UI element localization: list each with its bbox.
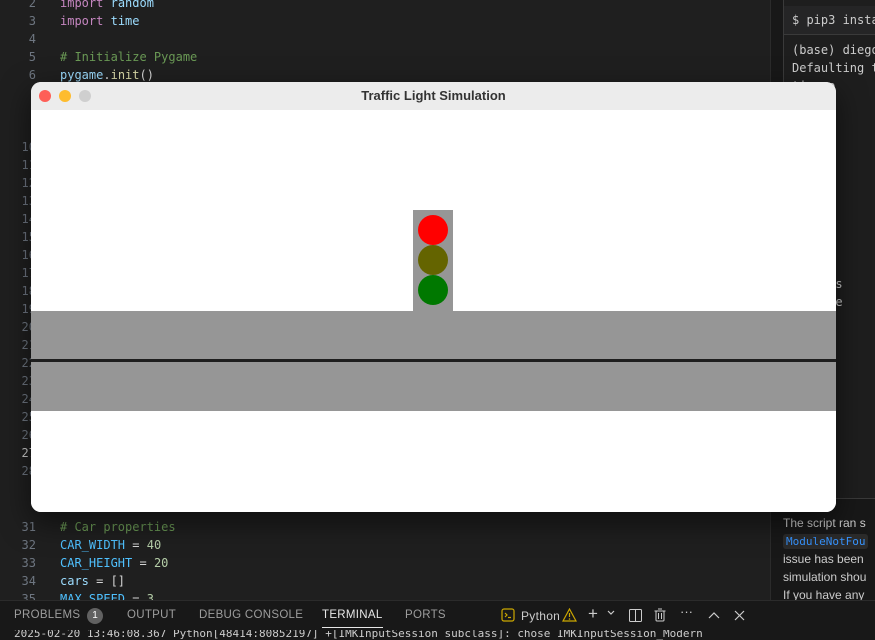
code-text: import random	[60, 0, 154, 10]
code-text: CAR_WIDTH = 40	[60, 538, 162, 552]
assistant-reply-line: The script ran s	[783, 516, 866, 530]
code-text: # Car properties	[60, 520, 176, 534]
line-number: 33	[21, 556, 36, 570]
close-panel-icon[interactable]	[734, 609, 745, 624]
tab-debug-console[interactable]: DEBUG CONSOLE	[199, 609, 303, 621]
terminal-output[interactable]: 2025-02-20 13:46:08.367 Python[48414:808…	[0, 630, 875, 640]
line-number: 35	[21, 592, 36, 600]
chevron-down-icon[interactable]	[606, 607, 616, 620]
line-number: 31	[21, 520, 36, 534]
code-text: MAX_SPEED = 3	[60, 592, 154, 600]
line-number: 5	[28, 50, 36, 64]
simulation-canvas	[31, 110, 836, 512]
tab-terminal[interactable]: TERMINAL	[322, 609, 383, 628]
trash-icon[interactable]	[654, 608, 666, 625]
warning-icon[interactable]	[561, 607, 578, 625]
code-text: # Initialize Pygame	[60, 50, 198, 64]
line-number: 4	[28, 32, 36, 46]
line-number: 2	[28, 0, 36, 10]
code-text: cars = []	[60, 574, 126, 588]
window-title: Traffic Light Simulation	[361, 88, 506, 103]
window-titlebar[interactable]: Traffic Light Simulation	[31, 82, 836, 111]
line-number: 3	[28, 14, 36, 28]
pygame-window[interactable]: Traffic Light Simulation	[31, 82, 836, 512]
split-terminal-icon[interactable]	[629, 609, 642, 625]
code-text: CAR_HEIGHT = 20	[60, 556, 169, 570]
panel-tab-bar: PROBLEMS 1 OUTPUT DEBUG CONSOLE TERMINAL…	[0, 600, 875, 631]
tab-ports[interactable]: PORTS	[405, 609, 446, 621]
red-light	[418, 215, 448, 245]
line-number: 32	[21, 538, 36, 552]
green-light	[418, 275, 448, 305]
assistant-reply-line: simulation shou	[783, 570, 867, 584]
assistant-reply-line: If you have any	[783, 588, 865, 600]
inline-code-chip: ModuleNotFou	[783, 532, 869, 551]
new-terminal-icon[interactable]: +	[588, 604, 598, 624]
more-actions-icon[interactable]: ···	[680, 604, 693, 619]
terminal-name[interactable]: Python	[521, 609, 560, 623]
code-text: import time	[60, 14, 140, 28]
terminal-line: (base) diego	[792, 43, 875, 57]
command-header: $ pip3 insta	[784, 6, 875, 35]
tab-output[interactable]: OUTPUT	[127, 609, 176, 621]
terminal-log-line: 2025-02-20 13:46:08.367 Python[48414:808…	[14, 630, 703, 640]
yellow-light	[418, 245, 448, 275]
python-terminal-icon[interactable]	[501, 608, 515, 625]
line-number: 34	[21, 574, 36, 588]
tab-problems[interactable]: PROBLEMS	[14, 609, 80, 621]
maximize-panel-icon[interactable]	[708, 609, 720, 624]
terminal-line: Defaulting t	[792, 61, 875, 75]
assistant-reply-line: issue has been	[783, 552, 864, 566]
problems-count-badge: 1	[87, 608, 103, 624]
lane-divider	[31, 359, 836, 362]
